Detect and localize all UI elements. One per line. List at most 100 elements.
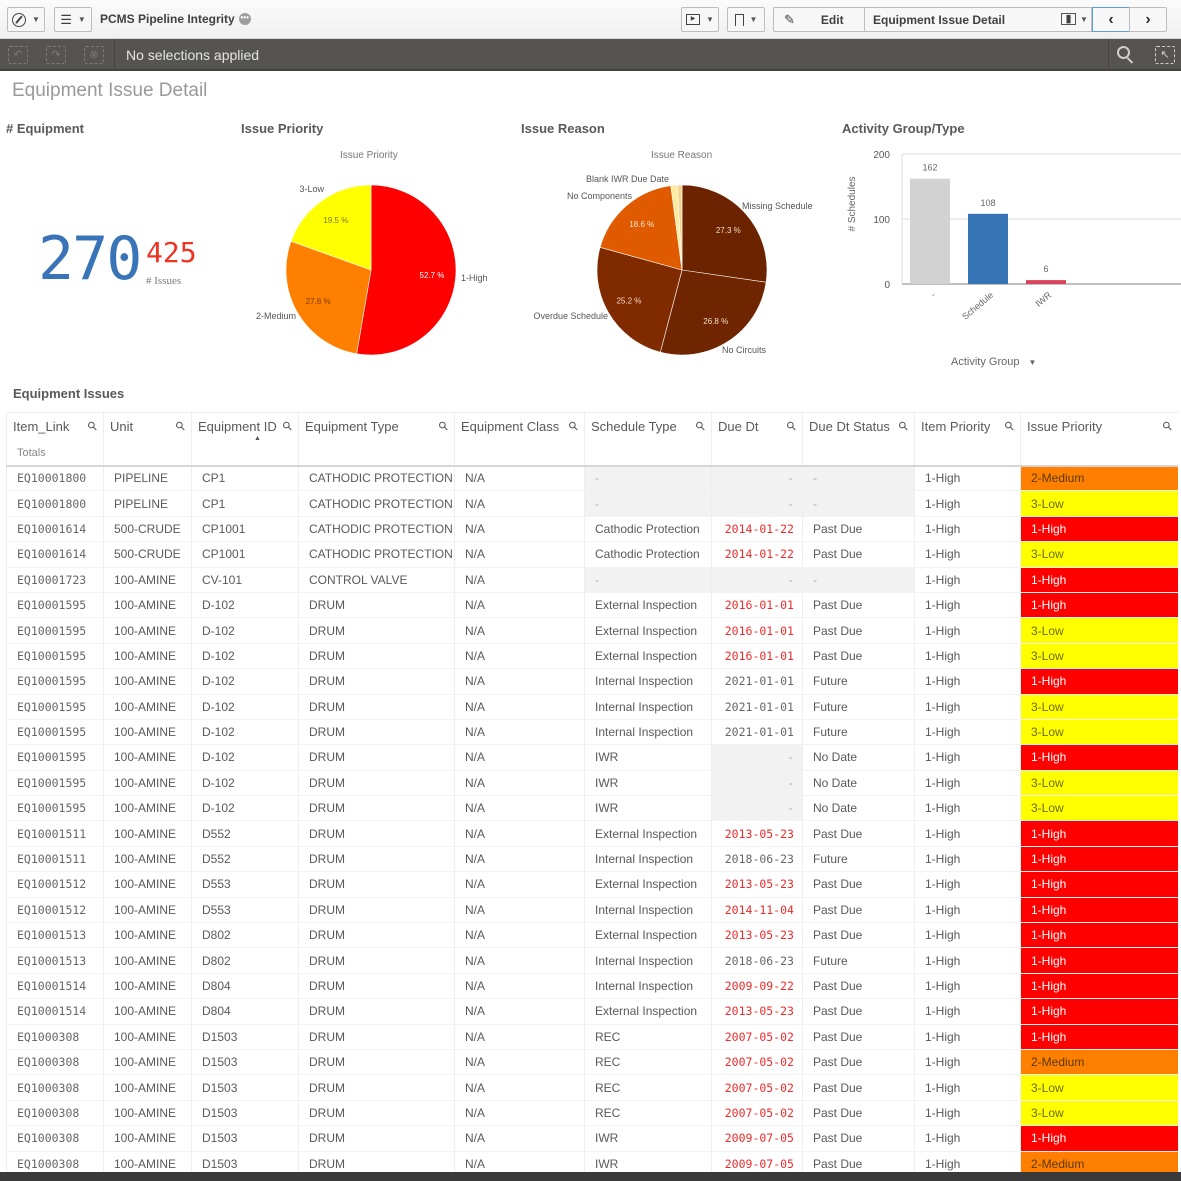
cell-due-dt[interactable]: -: [711, 567, 803, 593]
cell-schedule-type[interactable]: IWR: [584, 744, 712, 771]
cell-schedule-type[interactable]: Internal Inspection: [584, 897, 712, 924]
cell-schedule-type[interactable]: External Inspection: [584, 998, 712, 1025]
cell-item-priority[interactable]: 1-High: [914, 465, 1021, 492]
column-search-icon[interactable]: ⚲: [436, 418, 452, 434]
cell-issue-priority[interactable]: 3-Low: [1020, 694, 1178, 720]
cell-item-priority[interactable]: 1-High: [914, 947, 1021, 974]
cell-item-link[interactable]: EQ10001513: [6, 922, 104, 949]
cell-item-link[interactable]: EQ10001595: [6, 668, 104, 695]
cell-due-dt[interactable]: 2016-01-01: [711, 617, 803, 644]
cell-item-priority[interactable]: 1-High: [914, 668, 1021, 695]
cell-equipment-id[interactable]: D-102: [191, 668, 299, 695]
cell-due-dt[interactable]: 2007-05-02: [711, 1100, 803, 1127]
cell-schedule-type[interactable]: Internal Inspection: [584, 973, 712, 1000]
cell-schedule-type[interactable]: Cathodic Protection: [584, 541, 712, 568]
cell-unit[interactable]: 100-AMINE: [103, 643, 192, 670]
cell-schedule-type[interactable]: Internal Inspection: [584, 846, 712, 873]
cell-item-priority[interactable]: 1-High: [914, 1074, 1021, 1101]
cell-equipment-class[interactable]: N/A: [454, 668, 585, 695]
cell-due-dt-status[interactable]: Past Due: [802, 922, 915, 949]
cell-unit[interactable]: 100-AMINE: [103, 1100, 192, 1127]
cell-due-dt-status[interactable]: Past Due: [802, 871, 915, 898]
table-row[interactable]: EQ10001595 100-AMINE D-102 DRUM N/A Internal …: [6, 694, 1178, 720]
more-info-icon[interactable]: •••: [238, 13, 251, 25]
cell-equipment-type[interactable]: CATHODIC PROTECTION: [298, 490, 455, 517]
cell-item-priority[interactable]: 1-High: [914, 897, 1021, 924]
cell-due-dt-status[interactable]: No Date: [802, 744, 915, 771]
cell-issue-priority[interactable]: 3-Low: [1020, 1074, 1178, 1101]
cell-equipment-type[interactable]: DRUM: [298, 1024, 455, 1050]
cell-due-dt-status[interactable]: -: [802, 567, 915, 593]
cell-equipment-id[interactable]: D-102: [191, 592, 299, 619]
present-button[interactable]: ▶ ▼: [681, 7, 719, 32]
cell-equipment-class[interactable]: N/A: [454, 871, 585, 898]
cell-schedule-type[interactable]: IWR: [584, 770, 712, 797]
issue-priority-pie-chart[interactable]: 52.7 % 1-High 27.8 % 2-Medium 19.5 % 3-Low: [240, 165, 510, 365]
column-header-schedule-type[interactable]: Schedule Type ⚲: [584, 412, 712, 441]
cell-equipment-id[interactable]: D1503: [191, 1024, 299, 1050]
cell-item-link[interactable]: EQ10001595: [6, 617, 104, 644]
cell-schedule-type[interactable]: External Inspection: [584, 820, 712, 847]
table-row[interactable]: EQ10001614 500-CRUDE CP1001 CATHODIC PROTEC…: [6, 541, 1178, 568]
cell-due-dt-status[interactable]: Past Due: [802, 1100, 915, 1127]
cell-equipment-class[interactable]: N/A: [454, 719, 585, 746]
cell-item-priority[interactable]: 1-High: [914, 1049, 1021, 1076]
table-row[interactable]: EQ10001800 PIPELINE CP1 CATHODIC PROTECTION…: [6, 490, 1178, 517]
cell-equipment-type[interactable]: DRUM: [298, 719, 455, 746]
cell-equipment-class[interactable]: N/A: [454, 770, 585, 797]
cell-issue-priority[interactable]: 1-High: [1020, 668, 1178, 695]
cell-due-dt-status[interactable]: Past Due: [802, 617, 915, 644]
cell-due-dt[interactable]: 2021-01-01: [711, 668, 803, 695]
cell-equipment-type[interactable]: DRUM: [298, 795, 455, 822]
cell-due-dt[interactable]: 2007-05-02: [711, 1049, 803, 1076]
bar-schedule[interactable]: [968, 213, 1008, 284]
cell-equipment-id[interactable]: D-102: [191, 694, 299, 720]
cell-item-priority[interactable]: 1-High: [914, 820, 1021, 847]
cell-item-priority[interactable]: 1-High: [914, 719, 1021, 746]
bottom-scrollbar[interactable]: [0, 1172, 1181, 1181]
table-row[interactable]: EQ10001595 100-AMINE D-102 DRUM N/A IWR - No Da…: [6, 795, 1178, 822]
cell-due-dt[interactable]: 2009-09-22: [711, 973, 803, 1000]
cell-schedule-type[interactable]: External Inspection: [584, 643, 712, 670]
cell-due-dt-status[interactable]: Future: [802, 846, 915, 873]
cell-equipment-id[interactable]: D-102: [191, 719, 299, 746]
cell-due-dt-status[interactable]: Past Due: [802, 1074, 915, 1101]
cell-schedule-type[interactable]: REC: [584, 1100, 712, 1127]
cell-unit[interactable]: 100-AMINE: [103, 694, 192, 720]
cell-due-dt[interactable]: 2014-01-22: [711, 516, 803, 543]
cell-equipment-class[interactable]: N/A: [454, 541, 585, 568]
cell-equipment-id[interactable]: D552: [191, 820, 299, 847]
navigation-menu-button[interactable]: ▼: [7, 7, 45, 32]
cell-item-priority[interactable]: 1-High: [914, 846, 1021, 873]
cell-equipment-class[interactable]: N/A: [454, 744, 585, 771]
sheet-selector[interactable]: Equipment Issue Detail ▮ ▼: [864, 7, 1092, 32]
cell-issue-priority[interactable]: 3-Low: [1020, 770, 1178, 797]
clear-selections-icon[interactable]: ⊗: [84, 46, 104, 64]
cell-equipment-class[interactable]: N/A: [454, 490, 585, 517]
cell-schedule-type[interactable]: -: [584, 567, 712, 593]
cell-item-link[interactable]: EQ10001512: [6, 871, 104, 898]
table-row[interactable]: EQ10001513 100-AMINE D802 DRUM N/A Internal I…: [6, 947, 1178, 974]
cell-unit[interactable]: 100-AMINE: [103, 871, 192, 898]
column-header-due-dt[interactable]: Due Dt ⚲: [711, 412, 803, 441]
cell-equipment-class[interactable]: N/A: [454, 617, 585, 644]
table-row[interactable]: EQ10001614 500-CRUDE CP1001 CATHODIC PROTEC…: [6, 516, 1178, 543]
cell-item-priority[interactable]: 1-High: [914, 567, 1021, 593]
cell-equipment-id[interactable]: CV-101: [191, 567, 299, 593]
cell-item-priority[interactable]: 1-High: [914, 998, 1021, 1025]
cell-unit[interactable]: PIPELINE: [103, 465, 192, 492]
cell-unit[interactable]: 500-CRUDE: [103, 516, 192, 543]
cell-due-dt-status[interactable]: Future: [802, 694, 915, 720]
cell-unit[interactable]: 100-AMINE: [103, 770, 192, 797]
cell-schedule-type[interactable]: Internal Inspection: [584, 947, 712, 974]
cell-due-dt-status[interactable]: Future: [802, 947, 915, 974]
table-row[interactable]: EQ10001511 100-AMINE D552 DRUM N/A External I…: [6, 820, 1178, 847]
cell-equipment-class[interactable]: N/A: [454, 516, 585, 543]
cell-schedule-type[interactable]: REC: [584, 1024, 712, 1050]
cell-issue-priority[interactable]: 1-High: [1020, 567, 1178, 593]
cell-item-priority[interactable]: 1-High: [914, 922, 1021, 949]
cell-item-link[interactable]: EQ10001723: [6, 567, 104, 593]
cell-due-dt-status[interactable]: Future: [802, 668, 915, 695]
cell-item-link[interactable]: EQ10001614: [6, 516, 104, 543]
cell-equipment-class[interactable]: N/A: [454, 643, 585, 670]
